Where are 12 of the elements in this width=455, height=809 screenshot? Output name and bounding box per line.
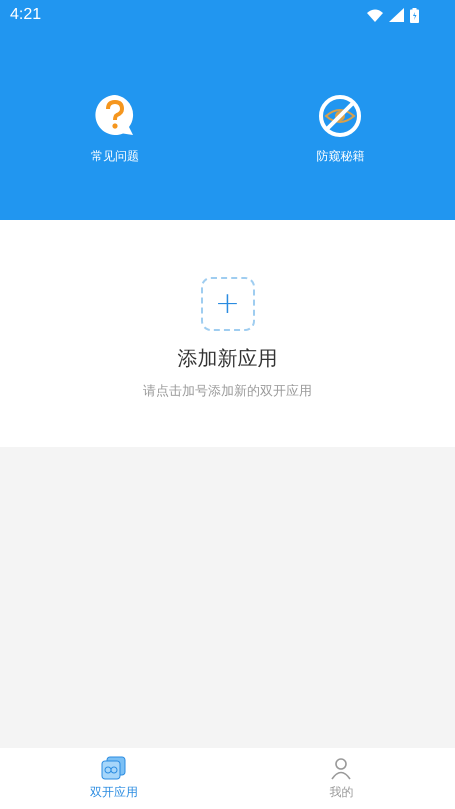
- shortcut-label[interactable]: 常见问题: [90, 148, 139, 165]
- hidden-eye-icon[interactable]: [318, 94, 362, 138]
- signal-icon: [389, 8, 404, 22]
- battery-icon: [410, 8, 419, 22]
- empty-hint: 请点击加号添加新的双开应用: [143, 383, 312, 400]
- person-icon: [329, 756, 354, 780]
- wifi-icon: [367, 8, 383, 22]
- status-time: 4:21: [10, 6, 42, 24]
- dual-window-icon: [100, 756, 127, 780]
- add-app-button[interactable]: +: [200, 277, 254, 331]
- shortcut-label[interactable]: 防窥秘籍: [316, 148, 364, 165]
- empty-title: 添加新应用: [178, 345, 278, 372]
